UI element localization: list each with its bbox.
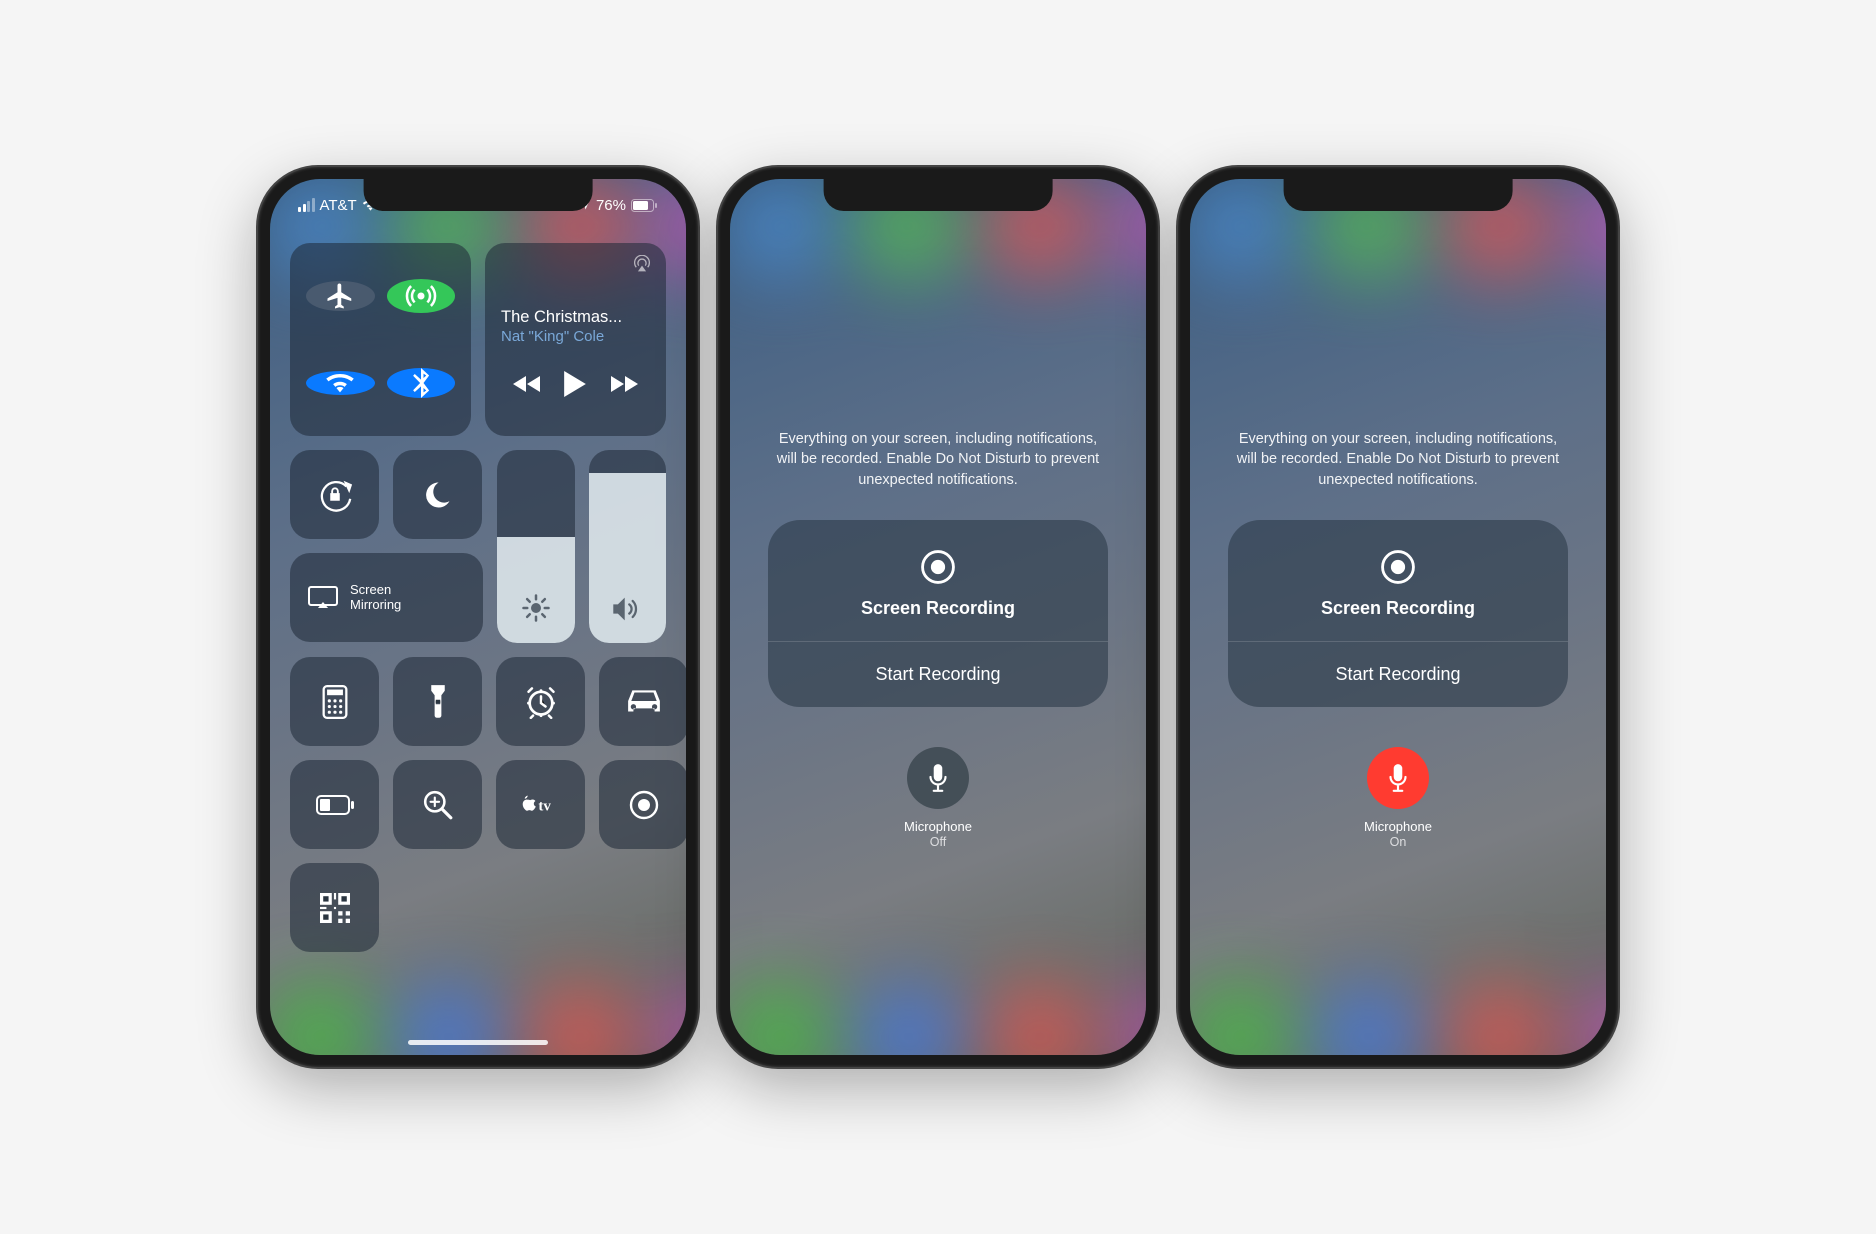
recording-hint-text: Everything on your screen, including not… (773, 429, 1103, 490)
now-playing-title: The Christmas... (501, 308, 650, 327)
play-button[interactable] (564, 371, 586, 397)
qr-code-button[interactable] (290, 863, 379, 952)
magnifier-button[interactable] (393, 760, 482, 849)
microphone-label: Microphone (904, 819, 972, 834)
wifi-button[interactable] (306, 371, 375, 395)
microphone-state: Off (930, 835, 946, 849)
screen-recording-title: Screen Recording (1321, 598, 1475, 619)
flashlight-icon (430, 684, 446, 720)
bluetooth-button[interactable] (387, 368, 456, 398)
microphone-label: Microphone (1364, 819, 1432, 834)
moon-icon (423, 480, 453, 510)
start-recording-button[interactable]: Start Recording (768, 642, 1108, 707)
start-recording-button[interactable]: Start Recording (1228, 642, 1568, 707)
low-power-icon (316, 795, 354, 815)
connectivity-group[interactable] (290, 243, 471, 436)
cellular-icon (404, 279, 438, 313)
screen-mirroring-icon (308, 586, 338, 610)
alarm-icon (524, 685, 558, 719)
low-power-mode-button[interactable] (290, 760, 379, 849)
home-indicator[interactable] (408, 1040, 548, 1045)
qr-code-icon (320, 893, 350, 923)
record-icon (1379, 548, 1417, 586)
previous-track-button[interactable] (512, 374, 542, 394)
driving-mode-button[interactable] (599, 657, 686, 746)
record-icon (919, 548, 957, 586)
microphone-toggle-button[interactable] (1367, 747, 1429, 809)
bluetooth-icon (412, 368, 430, 398)
do-not-disturb-button[interactable] (393, 450, 482, 539)
airplane-icon (325, 281, 355, 311)
screen-mirroring-label: Screen Mirroring (350, 583, 401, 613)
calculator-button[interactable] (290, 657, 379, 746)
microphone-icon (928, 763, 948, 793)
screen-recording-button[interactable] (599, 760, 686, 849)
screen-recording-title: Screen Recording (861, 598, 1015, 619)
car-icon (626, 688, 662, 716)
brightness-icon (521, 593, 551, 623)
airplane-mode-button[interactable] (306, 281, 375, 311)
apple-tv-remote-button[interactable]: tv (496, 760, 585, 849)
volume-slider[interactable] (589, 450, 667, 643)
svg-text:tv: tv (538, 798, 551, 814)
alarm-button[interactable] (496, 657, 585, 746)
recording-hint-text: Everything on your screen, including not… (1233, 429, 1563, 490)
microphone-toggle-button[interactable] (907, 747, 969, 809)
apple-tv-icon: tv (519, 793, 563, 817)
record-icon (628, 789, 660, 821)
now-playing-artist: Nat "King" Cole (501, 328, 650, 345)
flashlight-button[interactable] (393, 657, 482, 746)
battery-icon (631, 199, 658, 212)
cellular-data-button[interactable] (387, 279, 456, 313)
next-track-button[interactable] (609, 374, 639, 394)
now-playing-tile[interactable]: The Christmas... Nat "King" Cole (485, 243, 666, 436)
screen-mirroring-button[interactable]: Screen Mirroring (290, 553, 483, 642)
microphone-state: On (1390, 835, 1407, 849)
screen-recording-card: Screen Recording Start Recording (1228, 520, 1568, 707)
magnifier-icon (422, 789, 454, 821)
microphone-icon (1388, 763, 1408, 793)
brightness-slider[interactable] (497, 450, 575, 643)
volume-icon (611, 595, 643, 623)
orientation-lock-icon (316, 476, 354, 514)
calculator-icon (322, 685, 348, 719)
wifi-icon (325, 371, 355, 395)
screen-recording-card: Screen Recording Start Recording (768, 520, 1108, 707)
signal-icon (298, 198, 315, 212)
orientation-lock-button[interactable] (290, 450, 379, 539)
airplay-audio-icon (632, 255, 652, 273)
battery-label: 76% (596, 197, 626, 214)
carrier-label: AT&T (320, 197, 357, 214)
